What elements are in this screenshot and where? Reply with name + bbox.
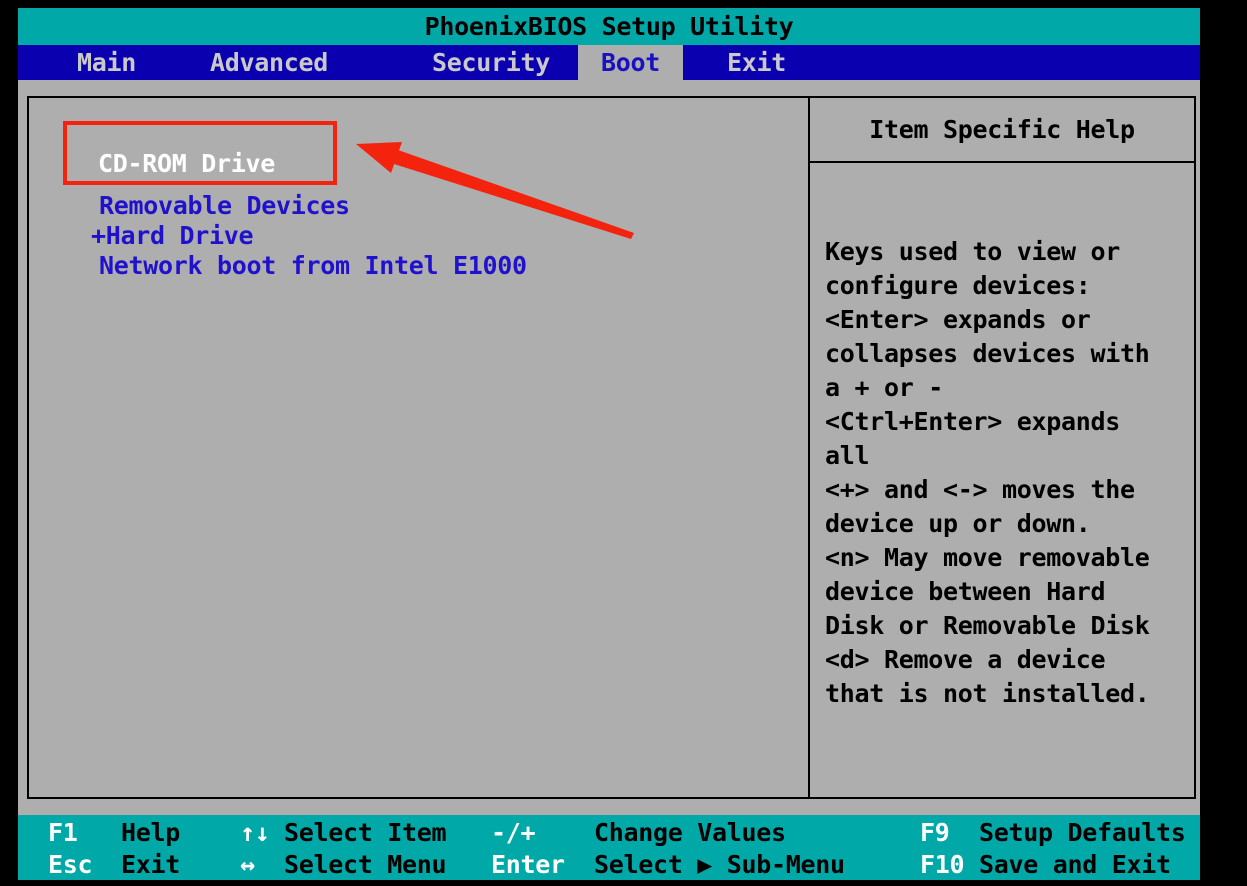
key-f1: F1	[48, 818, 78, 847]
boot-item-hard-drive[interactable]: +Hard Drive	[91, 221, 254, 251]
key-leftright-arrows-icon: ↔	[240, 850, 255, 879]
tab-security[interactable]: Security	[432, 45, 550, 80]
tab-main[interactable]: Main	[77, 45, 136, 80]
action-select-submenu: Select ▶ Sub-Menu	[594, 850, 845, 879]
action-select-item: Select Item	[284, 818, 447, 847]
help-line: configure devices:	[825, 271, 1091, 300]
action-change-values: Change Values	[594, 818, 786, 847]
action-save-and-exit: Save and Exit	[979, 850, 1171, 879]
help-line: all	[825, 441, 870, 470]
help-line: Keys used to view or	[825, 237, 1121, 266]
action-select-menu: Select Menu	[284, 850, 447, 879]
key-updown-arrows-icon: ↑↓	[240, 818, 270, 847]
key-legend-bar: F1 Help ↑↓ Select Item -/+ Change Values…	[18, 815, 1200, 880]
key-f9: F9	[920, 818, 950, 847]
help-line: <d> Remove a device	[825, 645, 1106, 674]
key-f10: F10	[920, 850, 965, 879]
window-title: PhoenixBIOS Setup Utility	[424, 12, 794, 41]
boot-order-panel: CD-ROM Drive Removable Devices +Hard Dri…	[27, 96, 1196, 799]
help-line: <+> and <-> moves the	[825, 475, 1135, 504]
help-panel-body: Keys used to view or configure devices: …	[825, 235, 1185, 711]
action-setup-defaults: Setup Defaults	[979, 818, 1186, 847]
help-line: <n> May move removable	[825, 543, 1150, 572]
help-line: device between Hard	[825, 577, 1106, 606]
panel-divider	[808, 98, 810, 797]
annotation-highlight-box	[63, 121, 337, 185]
help-line: that is not installed.	[825, 679, 1150, 708]
key-legend-row-1: F1 Help ↑↓ Select Item -/+ Change Values…	[18, 818, 1200, 848]
help-line: <Ctrl+Enter> expands	[825, 407, 1121, 436]
tab-boot[interactable]: Boot	[578, 45, 683, 80]
key-legend-row-2: Esc Exit ↔ Select Menu Enter Select ▶ Su…	[18, 850, 1200, 880]
help-line: collapses devices with	[825, 339, 1150, 368]
action-help: Help	[121, 818, 181, 847]
menu-bar: Main Advanced Security Boot Exit	[18, 45, 1200, 80]
key-minus-plus: -/+	[491, 818, 536, 847]
help-line: <Enter> expands or	[825, 305, 1091, 334]
action-exit: Exit	[121, 850, 181, 879]
tab-exit[interactable]: Exit	[727, 45, 786, 80]
help-line: Disk or Removable Disk	[825, 611, 1150, 640]
tab-advanced[interactable]: Advanced	[210, 45, 328, 80]
boot-item-removable-devices[interactable]: Removable Devices	[99, 191, 350, 221]
key-esc: Esc	[48, 850, 93, 879]
help-panel-title: Item Specific Help	[810, 98, 1194, 163]
key-enter: Enter	[491, 850, 565, 879]
help-line: device up or down.	[825, 509, 1091, 538]
bios-setup-screen: PhoenixBIOS Setup Utility Main Advanced …	[0, 0, 1247, 886]
content-area: CD-ROM Drive Removable Devices +Hard Dri…	[18, 80, 1200, 815]
help-line: a + or -	[825, 373, 944, 402]
window-title-bar: PhoenixBIOS Setup Utility	[18, 8, 1200, 45]
boot-item-network-boot[interactable]: Network boot from Intel E1000	[99, 251, 527, 281]
